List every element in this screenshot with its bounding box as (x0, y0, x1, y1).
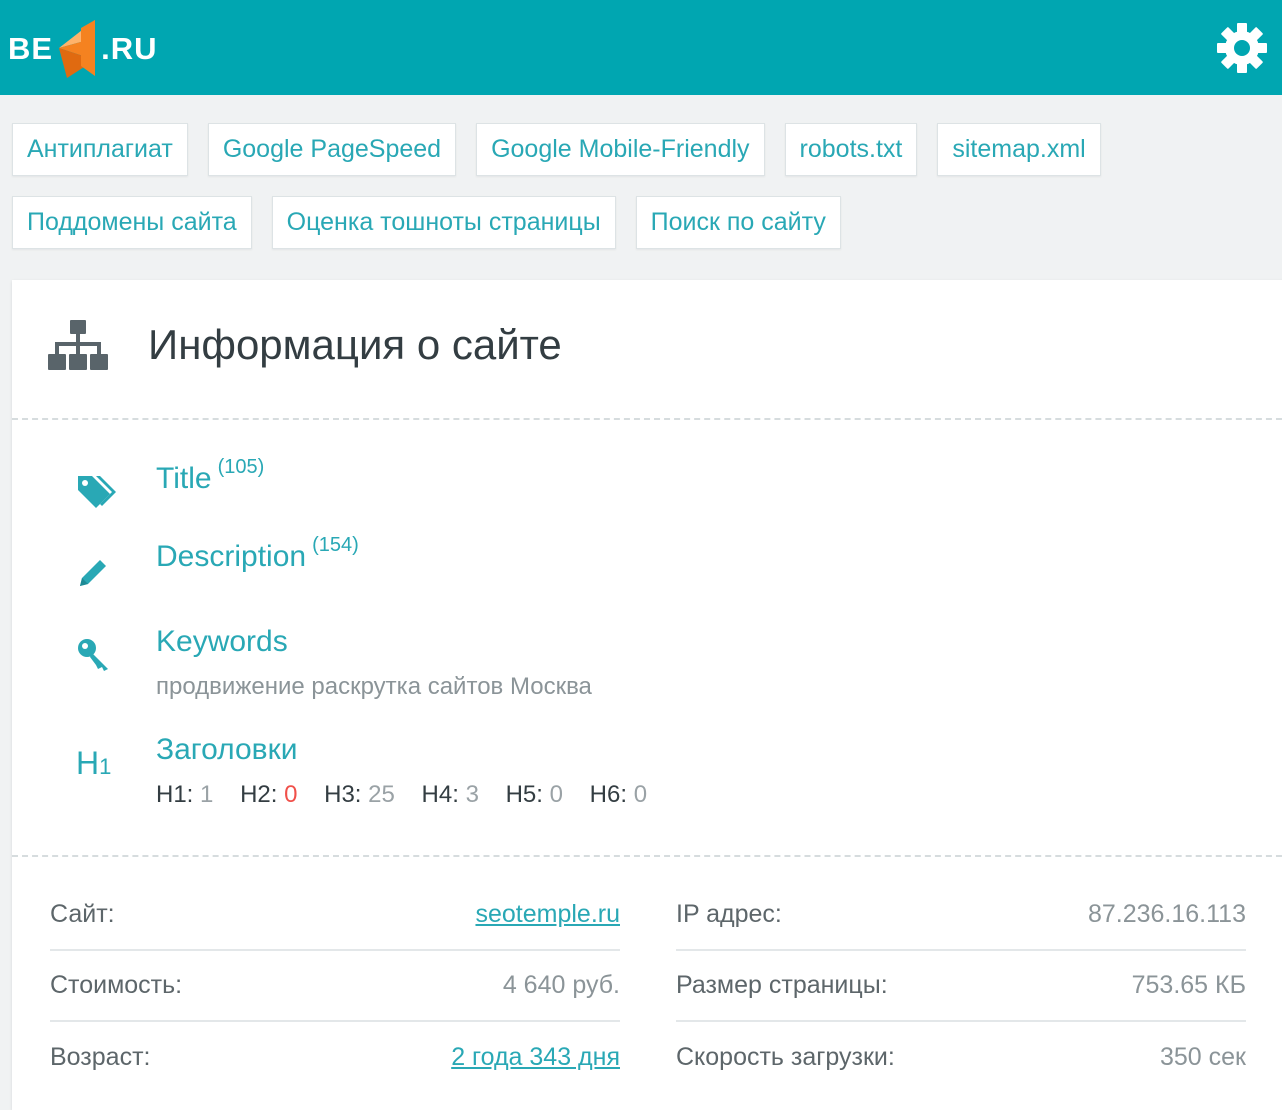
meta-description-text[interactable]: Description (156, 540, 306, 573)
info-key: Скорость загрузки: (676, 1043, 895, 1071)
heading-value: 0 (284, 781, 298, 808)
h1-icon-sub: 1 (99, 754, 112, 779)
meta-description-count: (154) (312, 534, 359, 556)
logo-mark-icon (59, 20, 96, 78)
heading-name: H5: (505, 781, 543, 808)
meta-keywords-value: продвижение раскрутка сайтов Москва (156, 673, 592, 700)
heading-count-h1: H1: 1 (156, 781, 213, 808)
info-key: IP адрес: (676, 900, 782, 928)
info-row-ip: IP адрес: 87.236.16.113 (676, 880, 1246, 951)
heading-name: H1: (156, 781, 194, 808)
info-row-load-speed: Скорость загрузки: 350 сек (676, 1022, 1246, 1093)
meta-description-label[interactable]: Description (154) (156, 534, 359, 573)
key-icon (78, 639, 108, 671)
info-value: 753.65 КБ (1131, 971, 1246, 999)
heading-name: H3: (324, 781, 362, 808)
meta-title-label[interactable]: Title (105) (156, 456, 264, 495)
tool-subdomains-button[interactable]: Поддомены сайта (12, 196, 252, 249)
info-key: Размер страницы: (676, 971, 888, 999)
tool-site-search-button[interactable]: Поиск по сайту (635, 196, 841, 249)
heading-value: 0 (633, 781, 648, 808)
heading-count-h6: H6: 0 (590, 781, 647, 808)
heading-count-h3: H3: 25 (324, 781, 395, 808)
sitemap-icon (48, 320, 108, 370)
heading-count-h5: H5: 0 (506, 781, 563, 808)
card-header: Информация о сайте (12, 280, 1282, 420)
tags-icon (78, 476, 116, 508)
info-value: 4 640 руб. (502, 971, 620, 999)
heading-value: 0 (549, 781, 563, 808)
heading-name: H4: (421, 781, 459, 808)
meta-keywords-label[interactable]: Keywords (156, 625, 288, 658)
tool-buttons: Антиплагиат Google PageSpeed Google Mobi… (12, 123, 1272, 269)
logo-text-left: BE (8, 30, 54, 66)
heading-count-h2: H2: 0 (240, 781, 297, 808)
heading-name: H2: (240, 781, 278, 808)
info-row-page-size: Размер страницы: 753.65 КБ (676, 951, 1246, 1022)
heading-value: 1 (200, 781, 214, 808)
info-key: Возраст: (50, 1043, 151, 1071)
meta-headings-label[interactable]: Заголовки (156, 733, 297, 766)
heading-name: H6: (589, 781, 628, 808)
tool-row-1: Антиплагиат Google PageSpeed Google Mobi… (12, 123, 1272, 176)
site-info-card: Информация о сайте Title (105) Descriptio… (12, 280, 1282, 1110)
info-column-left: Сайт: seotemple.ru Стоимость: 4 640 руб.… (50, 880, 620, 1093)
tool-robots-button[interactable]: robots.txt (784, 123, 918, 176)
info-key: Стоимость: (50, 971, 183, 999)
tool-sitemap-button[interactable]: sitemap.xml (937, 123, 1101, 176)
logo-text-right: .RU (101, 30, 158, 66)
pencil-icon (80, 560, 106, 586)
tool-row-2: Поддомены сайта Оценка тошноты страницы … (12, 196, 1272, 249)
heading-value: 3 (465, 781, 479, 808)
meta-section: Title (105) Description (154) Keywords про… (12, 420, 1282, 857)
tool-mobile-friendly-button[interactable]: Google Mobile-Friendly (476, 123, 765, 176)
headings-counts: H1: 1 H2: 0 H3: 25 H4: 3 H5: 0 H6: 0 (156, 781, 667, 809)
age-link[interactable]: 2 года 343 дня (451, 1043, 620, 1072)
info-row-age: Возраст: 2 года 343 дня (50, 1022, 620, 1093)
tool-nausea-button[interactable]: Оценка тошноты страницы (271, 196, 616, 249)
heading-count-h4: H4: 3 (422, 781, 479, 808)
top-header: BE .RU (0, 0, 1282, 95)
site-link[interactable]: seotemple.ru (475, 900, 620, 929)
card-title: Информация о сайте (148, 321, 562, 368)
gear-icon[interactable] (1216, 22, 1268, 74)
info-value: 87.236.16.113 (1087, 900, 1246, 928)
h1-icon: H1 (76, 745, 111, 782)
info-key: Сайт: (50, 900, 115, 928)
h1-icon-letter: H (76, 745, 100, 781)
info-value: 350 сек (1160, 1043, 1246, 1071)
info-row-site: Сайт: seotemple.ru (50, 880, 620, 951)
info-row-cost: Стоимость: 4 640 руб. (50, 951, 620, 1022)
tool-pagespeed-button[interactable]: Google PageSpeed (207, 123, 457, 176)
meta-title-text[interactable]: Title (156, 462, 212, 495)
logo[interactable]: BE .RU (8, 18, 157, 78)
heading-value: 25 (368, 781, 395, 808)
info-column-right: IP адрес: 87.236.16.113 Размер страницы:… (676, 880, 1246, 1093)
meta-title-count: (105) (217, 456, 265, 478)
tool-antiplagiat-button[interactable]: Антиплагиат (12, 123, 188, 176)
